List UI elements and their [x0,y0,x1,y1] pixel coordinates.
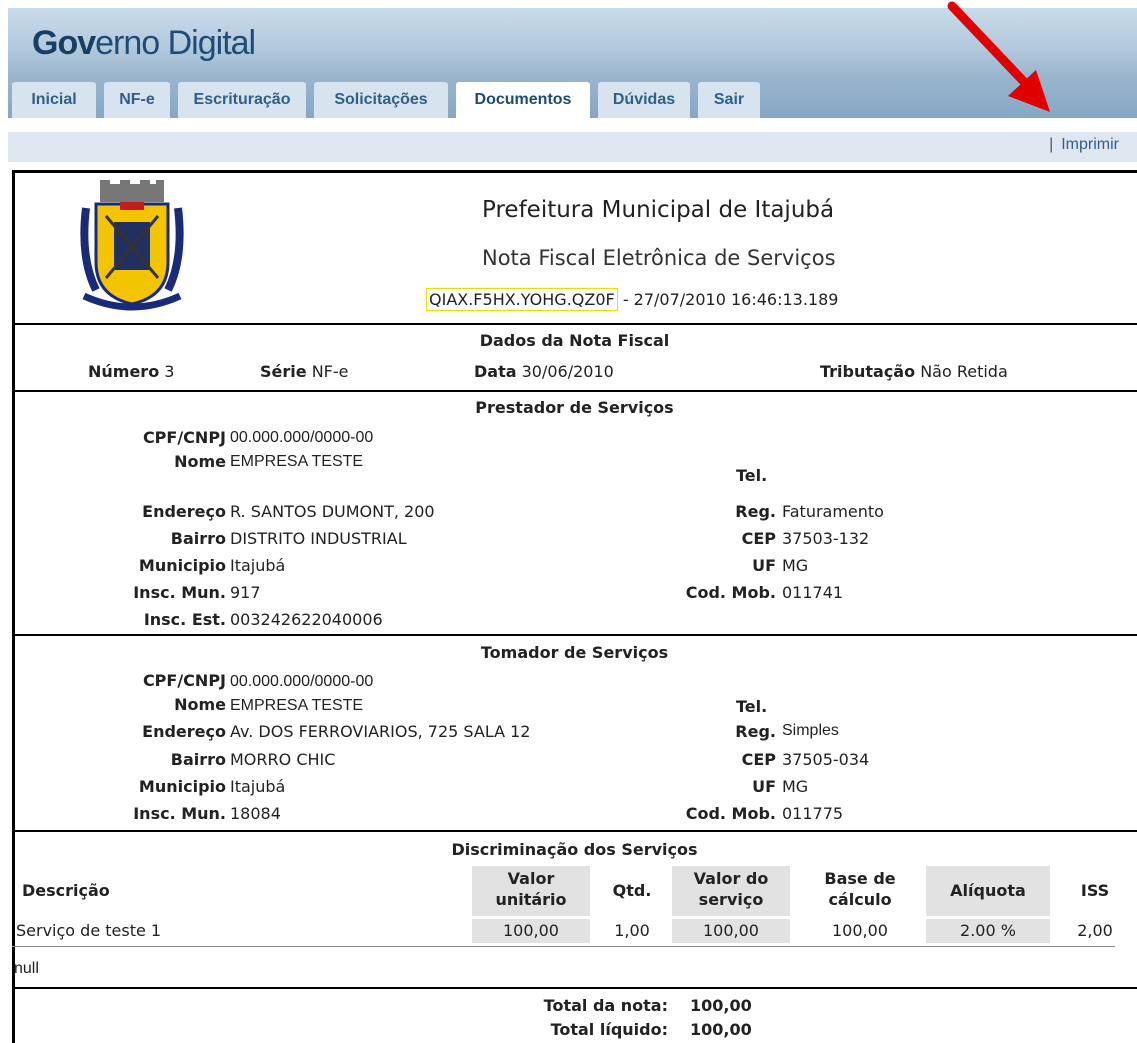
document-title: Prefeitura Municipal de Itajubá [482,197,835,223]
col-base-calculo: Base de cálculo [824,869,896,909]
label-prestador-insc-mun: Insc. Mun. [133,583,226,602]
label-tomador-nome: Nome [174,695,226,714]
col-aliquota: Alíquota [950,881,1026,900]
value-total-liquido: 100,00 [690,1020,752,1039]
row-divider [12,946,1115,947]
value-prestador-cep: 37503-132 [782,529,870,548]
value-prestador-bairro: DISTRITO INDUSTRIAL [230,529,407,548]
action-bar: | Imprimir [8,132,1137,162]
tab-documentos[interactable]: Documentos [456,82,590,118]
tab-escrituracao[interactable]: Escrituração [178,82,306,118]
document-subtitle: Nota Fiscal Eletrônica de Serviços [482,246,836,270]
label-prestador-cep: CEP [741,529,776,548]
row-qtd: 1,00 [614,921,650,940]
value-numero: 3 [164,362,175,381]
label-numero: Número [88,362,160,381]
value-tomador-uf: MG [782,777,809,796]
label-total-nota: Total da nota: [543,996,668,1015]
row-valor-unitario: 100,00 [503,921,559,940]
value-data: 30/06/2010 [521,362,614,381]
label-prestador-tel: Tel. [736,466,768,485]
label-tomador-reg: Reg. [735,722,776,741]
value-tomador-endereco: Av. DOS FERROVIARIOS, 725 SALA 12 [230,722,531,741]
label-prestador-endereco: Endereço [142,502,226,521]
label-prestador-municipio: Municipio [138,556,226,575]
label-prestador-cpf: CPF/CNPJ [142,428,226,447]
tab-nfe[interactable]: NF-e [104,82,170,118]
label-prestador-nome: Nome [174,452,226,471]
value-prestador-municipio: Itajubá [230,556,286,575]
divider [12,634,1137,636]
label-prestador-reg: Reg. [735,502,776,521]
tab-solicitacoes[interactable]: Solicitações [314,82,448,118]
divider [12,390,1137,392]
section-prestador: Prestador de Serviços [475,398,674,417]
col-descricao: Descrição [22,881,110,900]
value-serie: NF-e [311,362,349,381]
value-tomador-cep: 37505-034 [782,750,870,769]
row-iss: 2,00 [1077,921,1113,940]
value-prestador-uf: MG [782,556,809,575]
label-tomador-municipio: Municipio [138,777,226,796]
value-tomador-cod-mob: 011775 [782,804,844,823]
label-tomador-cpf: CPF/CNPJ [142,671,226,690]
label-data: Data [474,362,517,381]
section-servicos: Discriminação dos Serviços [451,840,698,859]
observacao: null [14,960,39,977]
row-base-calculo: 100,00 [832,921,888,940]
label-prestador-bairro: Bairro [170,529,226,548]
print-link[interactable]: Imprimir [1061,136,1119,153]
coat-of-arms-logo [80,180,184,311]
label-prestador-cod-mob: Cod. Mob. [685,583,776,602]
section-dados-nota: Dados da Nota Fiscal [479,331,670,350]
label-tomador-insc-mun: Insc. Mun. [133,804,226,823]
value-tomador-insc-mun: 18084 [230,804,281,823]
tab-inicial[interactable]: Inicial [12,82,96,118]
issue-datetime: - 27/07/2010 16:46:13.189 [622,290,839,309]
value-prestador-endereco: R. SANTOS DUMONT, 200 [230,502,435,521]
red-arrow-annotation [947,1,1050,112]
tab-duvidas[interactable]: Dúvidas [598,82,690,118]
label-tributacao: Tributação [820,362,916,381]
value-prestador-reg: Faturamento [782,502,884,521]
label-serie: Série [260,362,307,381]
print-link-wrap: | Imprimir [1049,136,1119,153]
divider [12,830,1137,832]
value-total-nota: 100,00 [690,996,752,1015]
col-iss: ISS [1080,881,1110,900]
tab-sair[interactable]: Sair [698,82,760,118]
col-valor-servico: Valor do serviço [693,869,769,909]
label-tomador-cod-mob: Cod. Mob. [685,804,776,823]
label-tomador-bairro: Bairro [170,750,226,769]
row-valor-servico: 100,00 [703,921,759,940]
label-tomador-uf: UF [752,777,776,796]
divider [12,987,1137,989]
value-tributacao: Não Retida [920,362,1008,381]
value-tomador-cpf: 00.000.000/0000-00 [230,673,374,690]
col-valor-unitario: Valor unitário [495,869,567,909]
value-prestador-nome: EMPRESA TESTE [230,453,364,470]
row-descricao: Serviço de teste 1 [16,921,162,940]
value-prestador-insc-mun: 917 [230,583,261,602]
label-prestador-insc-est: Insc. Est. [143,610,226,629]
col-qtd: Qtd. [612,881,652,900]
row-aliquota: 2.00 % [960,921,1016,940]
value-prestador-cpf: 00.000.000/0000-00 [230,429,374,446]
verification-code: QIAX.F5HX.YOHG.QZ0F [426,288,618,311]
label-tomador-cep: CEP [741,750,776,769]
value-prestador-insc-est: 003242622040006 [230,610,383,629]
value-tomador-nome: EMPRESA TESTE [230,697,364,714]
value-tomador-bairro: MORRO CHIC [230,750,336,769]
app-logo: Governo Digital [32,24,256,62]
value-prestador-cod-mob: 011741 [782,583,844,602]
value-tomador-reg: Simples [782,722,839,739]
label-tomador-tel: Tel. [736,697,768,716]
label-tomador-endereco: Endereço [142,722,226,741]
section-tomador: Tomador de Serviços [480,643,669,662]
divider [12,323,1137,325]
value-tomador-municipio: Itajubá [230,777,286,796]
label-total-liquido: Total líquido: [550,1020,668,1039]
label-prestador-uf: UF [752,556,776,575]
